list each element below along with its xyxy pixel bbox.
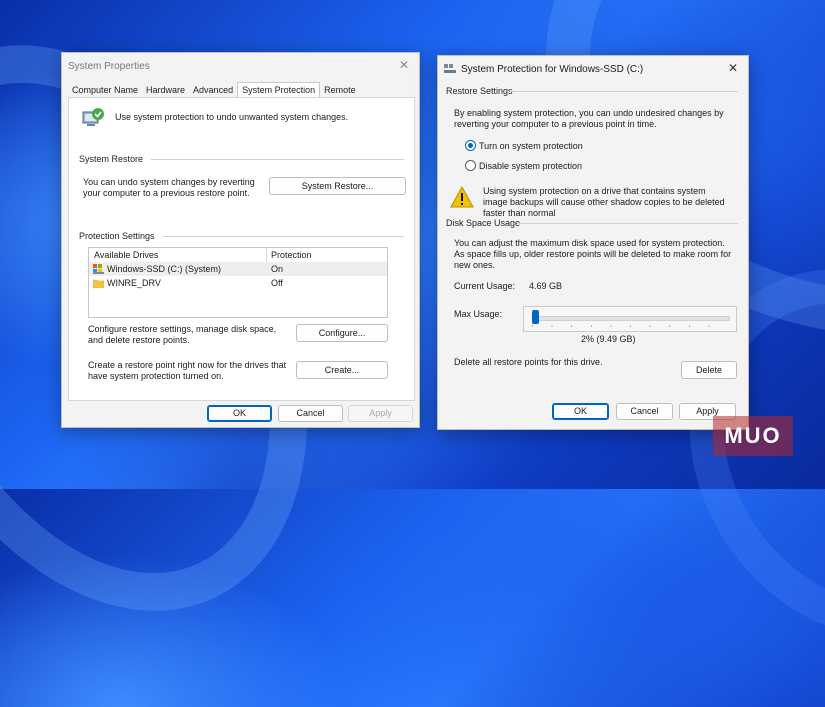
column-header-protection[interactable]: Protection [271,250,312,260]
divider [163,236,404,237]
tab-advanced[interactable]: Advanced [189,83,237,97]
configure-button[interactable]: Configure... [296,324,388,342]
drive-name: WINRE_DRV [107,278,161,288]
max-usage-label: Max Usage: [454,309,503,319]
intro-text: Use system protection to undo unwanted s… [115,112,349,122]
window-title: System Properties [68,60,150,72]
protection-settings-heading: Protection Settings [79,231,155,241]
drive-icon [93,264,104,274]
disk-space-text: You can adjust the maximum disk space us… [454,238,732,270]
title-bar[interactable]: System Protection for Windows-SSD (C:) ✕ [438,56,748,82]
close-icon[interactable]: ✕ [397,58,411,72]
system-protection-pane: Use system protection to undo unwanted s… [68,97,415,401]
configure-text: Configure restore settings, manage disk … [88,324,277,345]
muo-watermark: MUO [713,416,793,456]
cancel-button[interactable]: Cancel [278,405,343,422]
tab-hardware[interactable]: Hardware [142,83,189,97]
max-usage-value: 2% (9.49 GB) [581,334,636,344]
drives-list[interactable]: Available Drives Protection Windows-SSD … [88,247,388,318]
apply-button: Apply [348,405,413,422]
current-usage-value: 4.69 GB [529,281,563,291]
title-bar[interactable]: System Properties ✕ [62,53,419,79]
divider [517,223,738,224]
drive-row[interactable]: Windows-SSD (C:) (System) On [89,262,387,276]
delete-text: Delete all restore points for this drive… [454,357,603,367]
disable-label[interactable]: Disable system protection [479,161,582,172]
warning-icon [450,186,474,208]
system-protection-icon [82,108,104,126]
ok-button[interactable]: OK [552,403,609,420]
close-icon[interactable]: ✕ [726,61,740,75]
restore-settings-heading: Restore Settings [446,86,513,96]
tab-computer-name[interactable]: Computer Name [68,83,142,97]
current-usage-label: Current Usage: [454,281,516,291]
tab-system-protection[interactable]: System Protection [237,82,321,98]
create-button[interactable]: Create... [296,361,388,379]
restore-settings-text: By enabling system protection, you can u… [454,108,724,129]
system-protection-drive-window: System Protection for Windows-SSD (C:) ✕… [437,55,749,430]
warning-text: Using system protection on a drive that … [483,186,725,218]
tab-bar: Computer Name Hardware Advanced System P… [68,82,360,98]
column-separator [266,248,267,262]
disk-space-heading: Disk Space Usage [446,218,521,228]
divider [151,159,404,160]
create-text: Create a restore point right now for the… [88,360,287,381]
drive-protection-status: Off [271,278,283,288]
max-usage-slider[interactable] [523,306,737,332]
slider-track [532,316,730,321]
tab-remote[interactable]: Remote [320,83,360,97]
divider [510,91,738,92]
cancel-button[interactable]: Cancel [616,403,673,420]
system-properties-window: System Properties ✕ Computer Name Hardwa… [61,52,420,428]
drives-list-header: Available Drives Protection [89,248,387,262]
disable-radio[interactable] [465,160,476,171]
turn-on-radio[interactable] [465,140,476,151]
system-restore-button[interactable]: System Restore... [269,177,406,195]
drive-row[interactable]: WINRE_DRV Off [89,276,387,290]
turn-on-label[interactable]: Turn on system protection [479,141,583,152]
system-restore-heading: System Restore [79,154,144,164]
ok-button[interactable]: OK [207,405,272,422]
drive-protection-status: On [271,264,284,274]
slider-ticks [532,325,728,327]
drive-name: Windows-SSD (C:) (System) [107,264,222,274]
window-title: System Protection for Windows-SSD (C:) [461,63,644,75]
delete-button[interactable]: Delete [681,361,737,379]
folder-icon [93,279,104,288]
slider-thumb[interactable] [532,310,540,324]
drive-icon [444,64,456,73]
system-restore-text: You can undo system changes by reverting… [83,177,255,198]
watermark-text: MUO [724,423,782,448]
column-header-drives[interactable]: Available Drives [94,250,158,260]
